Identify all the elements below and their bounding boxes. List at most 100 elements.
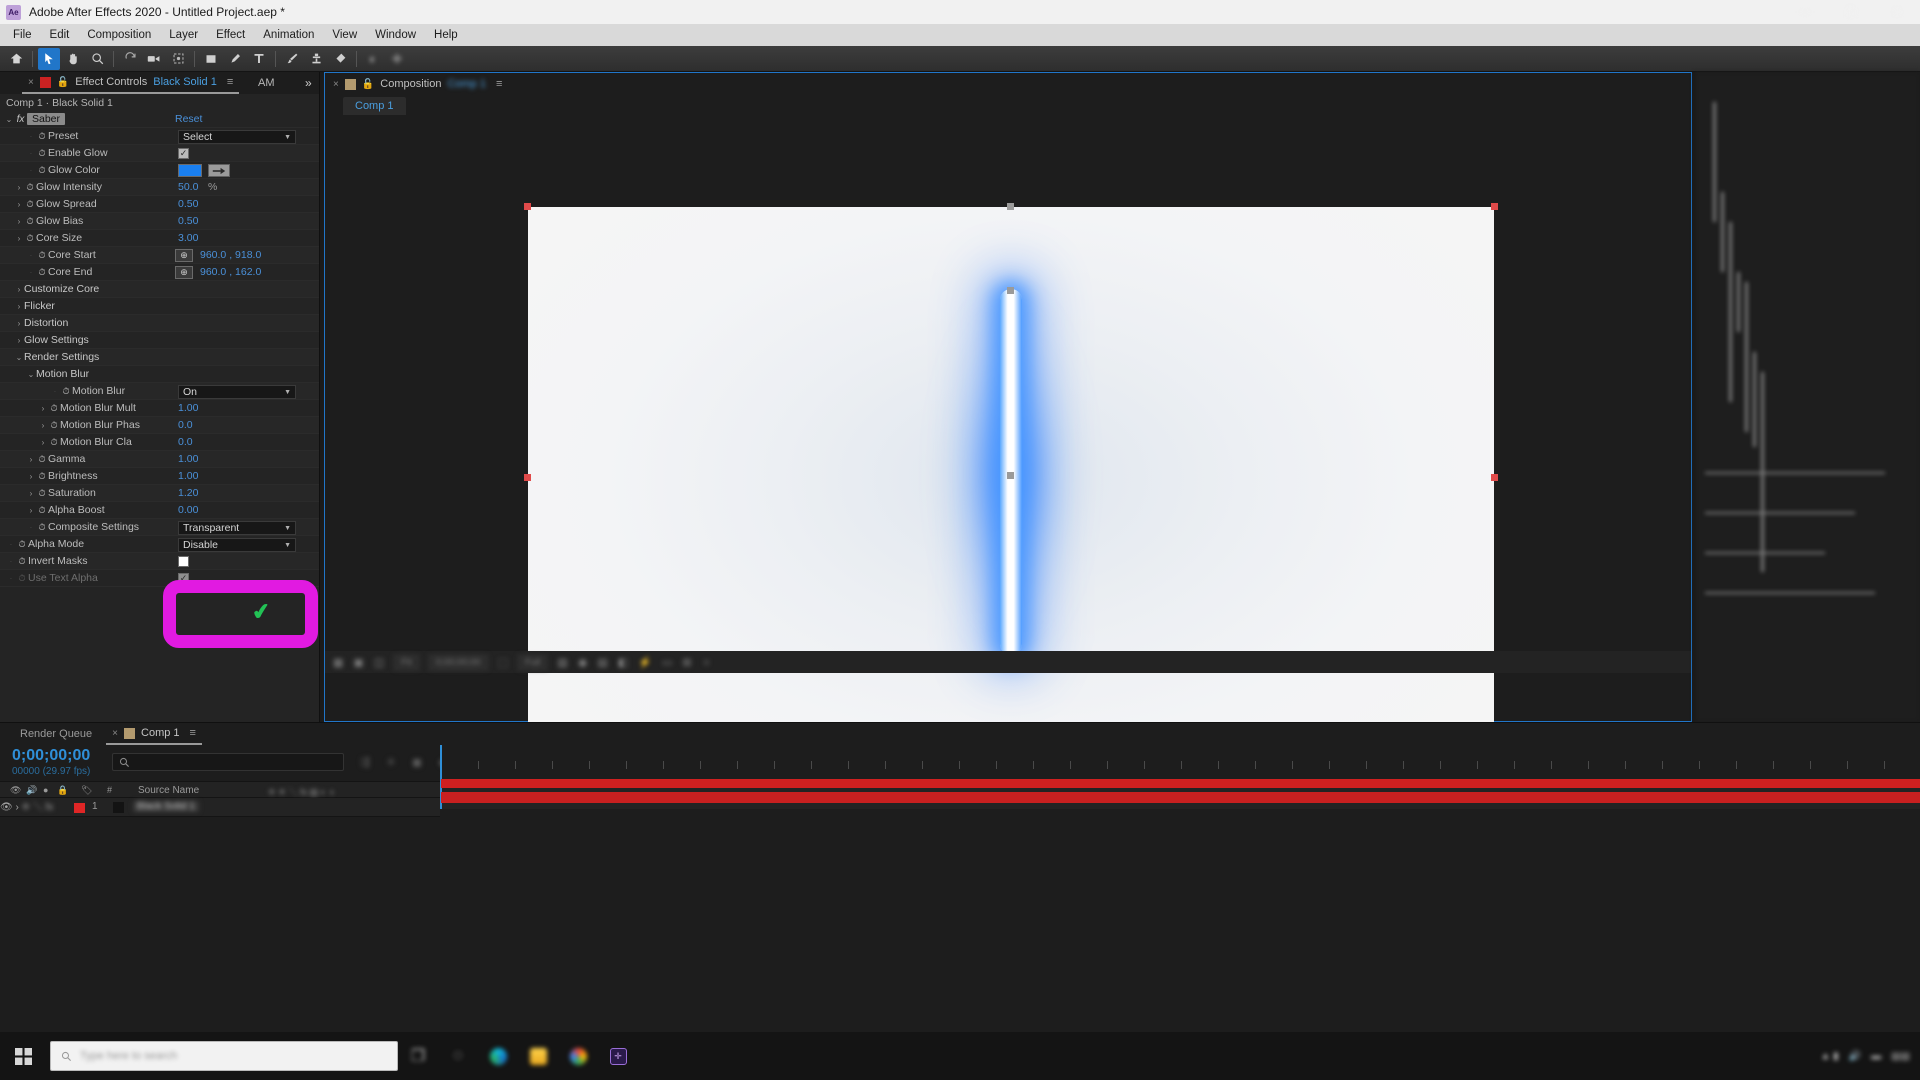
property-row-motion-blur-mult[interactable]: › ⏱ Motion Blur Mult 1.00 — [0, 400, 319, 417]
timeline-ruler[interactable] — [440, 745, 1920, 777]
more-panels-icon[interactable]: » — [305, 76, 312, 90]
property-dropdown[interactable]: Select ▼ — [178, 130, 296, 144]
property-row-use-text-alpha[interactable]: · ⏱ Use Text Alpha ✓ — [0, 570, 319, 587]
menu-file[interactable]: File — [4, 26, 41, 44]
task-view-icon[interactable]: ❐ — [398, 1032, 438, 1080]
property-row-glow-color[interactable]: · ⏱ Glow Color — [0, 162, 319, 179]
hand-tool-icon[interactable] — [62, 48, 84, 70]
clock[interactable]: ▤▤ — [1891, 1051, 1910, 1062]
active-camera-select[interactable]: ◉ — [578, 656, 588, 669]
composition-mini-flowchart-icon[interactable]: ⇶ — [356, 753, 374, 771]
roto-brush-tool-icon[interactable]: ◐ — [362, 48, 384, 70]
composition-viewer[interactable]: ▦ ▣ ◫ Fit 0;00;00;00 ⬚ Full ▧ ◉ ▤ ◧ ⚡ ▭ … — [325, 115, 1691, 753]
chevron-down-icon[interactable]: ⌄ — [14, 353, 24, 362]
property-value[interactable]: 960.0 , 918.0 — [200, 249, 261, 261]
view-count-select[interactable]: ▤ — [597, 656, 607, 669]
property-dropdown[interactable]: Disable ▼ — [178, 538, 296, 552]
lock-icon[interactable]: 🔒 — [57, 785, 68, 796]
menu-help[interactable]: Help — [425, 26, 467, 44]
property-checkbox[interactable]: ✓ — [178, 148, 189, 159]
windows-start-icon[interactable] — [0, 1032, 46, 1080]
chevron-right-icon[interactable]: › — [26, 489, 36, 498]
home-icon[interactable] — [5, 48, 27, 70]
chevron-right-icon[interactable]: › — [14, 285, 24, 294]
property-row-customize-core[interactable]: › Customize Core — [0, 281, 319, 298]
taskbar-search-input[interactable]: Type here to search — [50, 1041, 398, 1071]
property-dropdown[interactable]: On ▼ — [178, 385, 296, 399]
stopwatch-icon[interactable]: ⏱ — [36, 131, 48, 142]
property-row-flicker[interactable]: › Flicker — [0, 298, 319, 315]
stopwatch-icon[interactable]: ⏱ — [36, 454, 48, 465]
camera-tool-icon[interactable] — [143, 48, 165, 70]
battery-icon[interactable]: ▬ — [1871, 1051, 1881, 1062]
maximize-button[interactable]: ❐ — [1828, 0, 1874, 24]
lock-icon[interactable]: 🔓 — [362, 79, 374, 90]
stopwatch-icon[interactable]: ⏱ — [36, 250, 48, 261]
comp-flowchart-icon[interactable]: ⊞ — [682, 656, 691, 669]
chevron-down-icon[interactable]: ▼ — [284, 542, 291, 549]
property-row-glow-settings[interactable]: › Glow Settings — [0, 332, 319, 349]
menu-effect[interactable]: Effect — [207, 26, 254, 44]
effect-header-saber[interactable]: ⌄ fx Saber Reset — [0, 111, 319, 128]
chevron-right-icon[interactable]: › — [26, 506, 36, 515]
chevron-right-icon[interactable]: › — [38, 404, 48, 413]
chevron-right-icon[interactable]: › — [14, 336, 24, 345]
property-value[interactable]: 0.0 — [178, 419, 193, 431]
toggle-view-layout-icon[interactable]: ◫ — [374, 656, 384, 669]
menu-composition[interactable]: Composition — [78, 26, 160, 44]
edge-browser-icon[interactable] — [478, 1032, 518, 1080]
property-row-glow-intensity[interactable]: › ⏱ Glow Intensity 50.0% — [0, 179, 319, 196]
property-row-saturation[interactable]: › ⏱ Saturation 1.20 — [0, 485, 319, 502]
property-row-composite-settings[interactable]: · ⏱ Composite Settings Transparent ▼ — [0, 519, 319, 536]
menu-edit[interactable]: Edit — [41, 26, 79, 44]
stopwatch-icon[interactable]: ⏱ — [16, 556, 28, 567]
chevron-right-icon[interactable]: › — [14, 302, 24, 311]
stopwatch-icon[interactable]: ⏱ — [16, 573, 28, 584]
property-value[interactable]: 0.50 — [178, 198, 198, 210]
label-icon[interactable]: 🏷 — [81, 785, 92, 796]
file-explorer-icon[interactable] — [518, 1032, 558, 1080]
stopwatch-icon[interactable]: ⏱ — [48, 437, 60, 448]
chevron-down-icon[interactable]: ⌄ — [4, 115, 14, 124]
panel-menu-icon[interactable]: ≡ — [227, 76, 233, 88]
layer-eye-icon[interactable]: 👁 — [0, 802, 13, 813]
timeline-icon[interactable]: ▭ — [662, 656, 672, 669]
chrome-browser-icon[interactable] — [558, 1032, 598, 1080]
property-row-glow-bias[interactable]: › ⏱ Glow Bias 0.50 — [0, 213, 319, 230]
type-tool-icon[interactable] — [248, 48, 270, 70]
transparency-grid-icon[interactable]: ▧ — [557, 656, 567, 669]
property-row-invert-masks[interactable]: · ⏱ Invert Masks — [0, 553, 319, 570]
property-row-core-start[interactable]: · ⏱ Core Start ⊕ 960.0 , 918.0 — [0, 247, 319, 264]
stopwatch-icon[interactable]: ⏱ — [24, 182, 36, 193]
selection-handle-ml[interactable] — [524, 474, 531, 481]
layer-switches[interactable]: ✛ ＼ fx — [22, 802, 54, 813]
property-row-motion-blur-cla[interactable]: › ⏱ Motion Blur Cla 0.0 — [0, 434, 319, 451]
property-row-distortion[interactable]: › Distortion — [0, 315, 319, 332]
stopwatch-icon[interactable]: ⏱ — [36, 471, 48, 482]
stopwatch-icon[interactable]: ⏱ — [16, 539, 28, 550]
current-timecode[interactable]: 0;00;00;00 — [12, 747, 90, 765]
property-checkbox[interactable]: ✓ — [178, 573, 189, 584]
hide-shy-layers-icon[interactable]: ◼ — [408, 753, 426, 771]
panel-menu-icon[interactable]: ≡ — [496, 78, 502, 90]
minimize-button[interactable]: — — [1782, 0, 1828, 24]
chevron-right-icon[interactable]: › — [14, 183, 24, 192]
property-value[interactable]: 3.00 — [178, 232, 198, 244]
menu-window[interactable]: Window — [366, 26, 425, 44]
property-value[interactable]: 1.00 — [178, 453, 198, 465]
chevron-right-icon[interactable]: › — [26, 455, 36, 464]
property-row-motion-blur[interactable]: ⌄ Motion Blur — [0, 366, 319, 383]
close-icon[interactable]: × — [333, 79, 339, 90]
layer-name[interactable]: Black Solid 1 — [133, 801, 199, 812]
timeline-empty-area[interactable] — [440, 809, 1920, 1033]
saber-anchor-start[interactable] — [1007, 287, 1014, 294]
selection-handle-tl[interactable] — [524, 203, 531, 210]
property-value[interactable]: 960.0 , 162.0 — [200, 266, 261, 278]
stopwatch-icon[interactable]: ⏱ — [36, 267, 48, 278]
stopwatch-icon[interactable]: ⏱ — [24, 199, 36, 210]
layer-duration-bar[interactable] — [441, 792, 1920, 803]
stopwatch-icon[interactable]: ⏱ — [60, 386, 72, 397]
property-row-core-size[interactable]: › ⏱ Core Size 3.00 — [0, 230, 319, 247]
close-icon[interactable]: × — [28, 77, 34, 88]
property-row-alpha-mode[interactable]: · ⏱ Alpha Mode Disable ▼ — [0, 536, 319, 553]
